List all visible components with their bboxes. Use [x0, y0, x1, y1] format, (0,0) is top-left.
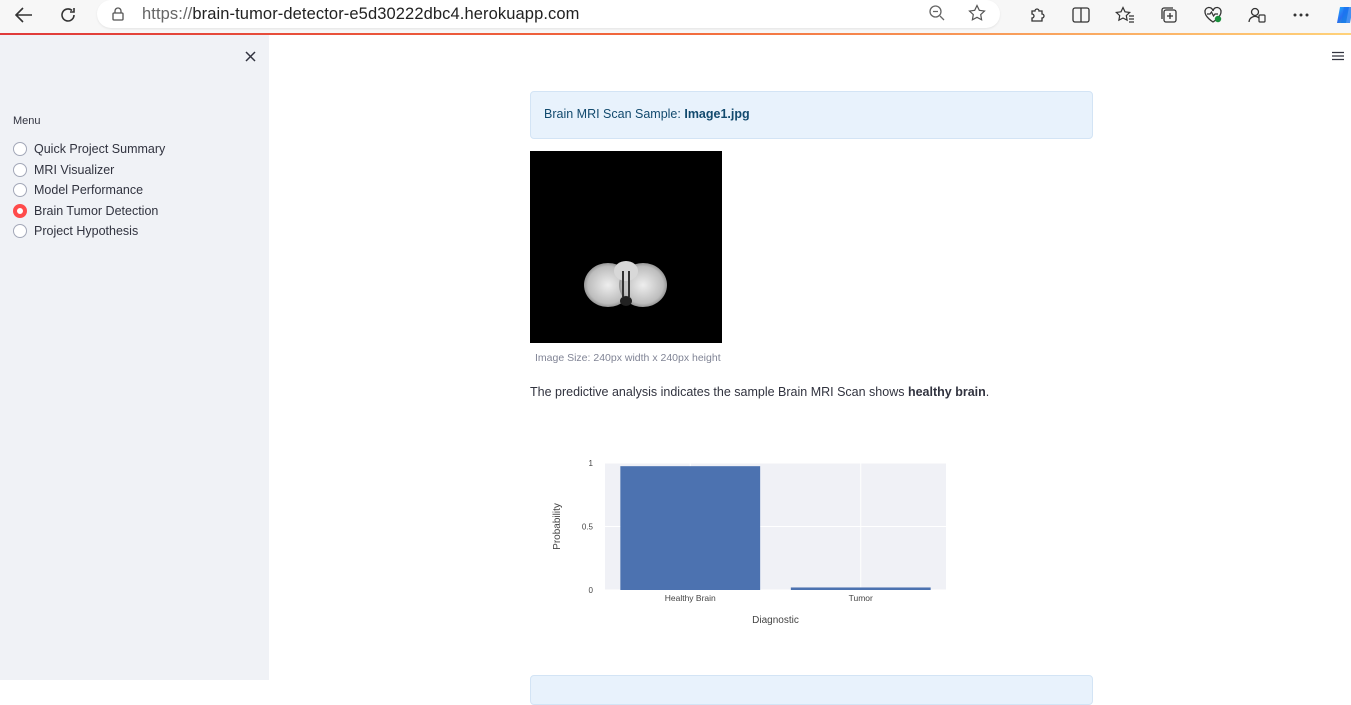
brain-mri-graphic	[584, 261, 667, 307]
sidebar-item-label: Model Performance	[34, 183, 144, 198]
sidebar-item-project-hypothesis[interactable]: Project Hypothesis	[13, 221, 165, 242]
sidebar-item-quick-project-summary[interactable]: Quick Project Summary	[13, 139, 165, 160]
browser-toolbar: https://brain-tumor-detector-e5d30222dbc…	[0, 0, 1351, 34]
x-tick-label: Tumor	[849, 593, 873, 603]
sidebar-item-label: Project Hypothesis	[34, 224, 139, 239]
result-suffix: .	[985, 385, 990, 399]
y-tick-label: 0.5	[582, 523, 594, 532]
mri-scan-image	[530, 151, 722, 343]
radio-button[interactable]	[13, 162, 27, 177]
split-screen-icon	[1072, 7, 1090, 23]
extensions-icon	[1031, 8, 1045, 22]
copilot-icon	[1337, 7, 1351, 23]
lock-icon	[112, 7, 124, 21]
sidebar-item-mri-visualizer[interactable]: MRI Visualizer	[13, 160, 165, 181]
sidebar-item-brain-tumor-detection[interactable]: Brain Tumor Detection	[13, 201, 165, 222]
extensions-button[interactable]	[1015, 2, 1059, 28]
browser-essentials-button[interactable]	[1191, 2, 1235, 28]
refresh-icon	[61, 8, 75, 22]
sidebar: Menu Quick Project Summary MRI Visualize…	[0, 35, 269, 680]
favorites-button[interactable]	[1103, 2, 1147, 28]
browser-essentials-icon	[1204, 6, 1222, 23]
collections-button[interactable]	[1147, 2, 1191, 28]
prediction-result-text: The predictive analysis indicates the sa…	[530, 385, 989, 399]
result-prefix: The predictive analysis indicates the sa…	[530, 385, 908, 399]
sidebar-item-model-performance[interactable]: Model Performance	[13, 180, 165, 201]
image-caption: Image Size: 240px width x 240px height	[535, 352, 721, 364]
close-sidebar-button[interactable]	[240, 46, 260, 66]
more-icon	[1293, 13, 1309, 17]
split-screen-button[interactable]	[1059, 2, 1103, 28]
main-menu-button[interactable]	[1332, 48, 1344, 61]
sample-info-box: Brain MRI Scan Sample: Image1.jpg	[530, 91, 1093, 139]
more-button[interactable]	[1279, 2, 1323, 28]
favorite-star-icon[interactable]	[968, 4, 986, 22]
url-host: brain-tumor-detector-e5d30222dbc4.heroku…	[192, 4, 580, 23]
sidebar-item-label: MRI Visualizer	[34, 162, 115, 177]
bar-healthy-brain[interactable]	[620, 466, 761, 590]
sidebar-item-label: Brain Tumor Detection	[34, 203, 159, 218]
url-protocol: https://	[142, 4, 193, 23]
info-filename: Image1.jpg	[684, 107, 750, 121]
x-tick-label: Healthy Brain	[665, 593, 716, 603]
result-diagnosis: healthy brain	[907, 385, 986, 399]
info-prefix: Brain MRI Scan Sample:	[544, 107, 685, 121]
hamburger-icon	[1332, 51, 1344, 61]
radio-button[interactable]	[13, 142, 27, 157]
radio-button[interactable]	[13, 183, 27, 198]
close-icon	[244, 50, 256, 62]
collections-icon	[1161, 7, 1177, 23]
menu-radio-group: Quick Project Summary MRI Visualizer Mod…	[13, 139, 165, 242]
address-bar[interactable]: https://brain-tumor-detector-e5d30222dbc…	[97, 0, 1000, 28]
y-axis-label: Probability	[552, 503, 563, 550]
probability-bar-chart: 0 0.5 1 Healthy Brain Tumor Diagnostic Prob…	[552, 459, 946, 626]
y-tick-label: 1	[589, 459, 594, 468]
profile-sync-button[interactable]	[1235, 2, 1279, 28]
sidebar-item-label: Quick Project Summary	[34, 142, 166, 157]
back-button[interactable]	[6, 0, 42, 30]
profile-sync-icon	[1248, 7, 1266, 23]
favorites-icon	[1115, 6, 1134, 23]
bar-tumor[interactable]	[790, 587, 931, 590]
radio-button[interactable]	[13, 224, 27, 239]
y-tick-label: 0	[589, 586, 594, 595]
x-axis-label: Diagnostic	[752, 615, 799, 626]
menu-label: Menu	[13, 115, 41, 127]
zoom-out-icon[interactable]	[928, 4, 946, 22]
url-text[interactable]: https://brain-tumor-detector-e5d30222dbc…	[142, 5, 580, 24]
copilot-button[interactable]	[1323, 2, 1351, 28]
radio-button-selected[interactable]	[13, 203, 27, 218]
back-icon	[15, 7, 32, 23]
refresh-button[interactable]	[50, 0, 86, 30]
